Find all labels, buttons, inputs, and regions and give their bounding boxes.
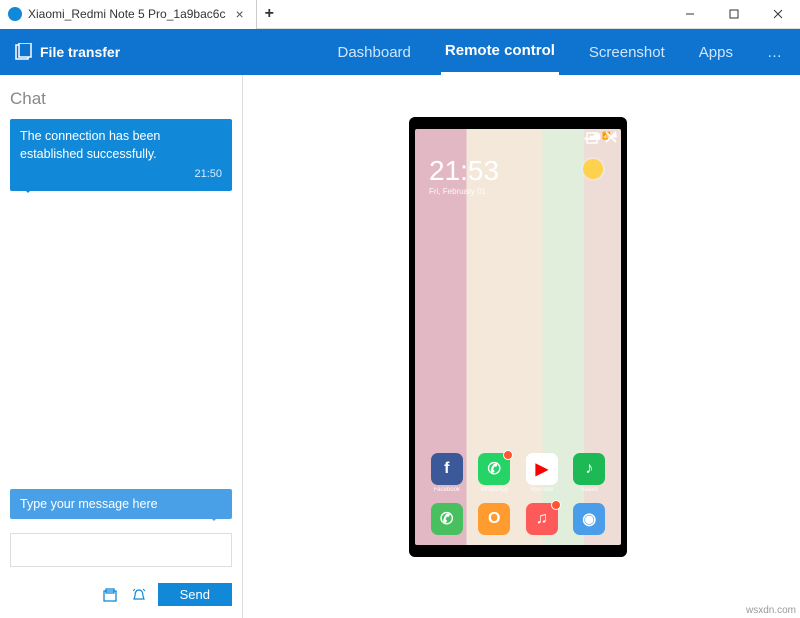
chat-header: Chat — [0, 75, 242, 119]
teamviewer-logo-icon — [8, 7, 22, 21]
send-button[interactable]: Send — [158, 583, 232, 606]
type-prompt: Type your message here — [10, 489, 232, 519]
close-remote-icon[interactable] — [605, 131, 617, 145]
app-saavn[interactable]: ♪ Saavn — [573, 453, 605, 493]
notification-badge — [503, 450, 513, 460]
nav-remote-control[interactable]: Remote control — [441, 29, 559, 75]
app-icon: ▶ — [526, 453, 558, 485]
chat-message: The connection has been established succ… — [10, 119, 232, 191]
app-icon: ♪ — [573, 453, 605, 485]
home-apps-row: f Facebook ✆ WhatsApp ▶ YouTube ♪ Saavn — [415, 453, 621, 493]
nav-dashboard[interactable]: Dashboard — [334, 29, 415, 75]
clock-time: 21:53 — [429, 155, 499, 187]
app-icon: ✆ — [478, 453, 510, 485]
session-tab[interactable]: Xiaomi_Redmi Note 5 Pro_1a9bac6c × — [0, 0, 257, 29]
app-facebook[interactable]: f Facebook — [431, 453, 463, 493]
nav-screenshot[interactable]: Screenshot — [585, 29, 669, 75]
chat-messages: The connection has been established succ… — [0, 119, 242, 489]
file-transfer-icon — [14, 43, 32, 61]
remote-view: ▂▄▆ 📶 ■ 21:53 Fri, February 01 fFacebook… — [243, 75, 800, 618]
file-transfer-button[interactable]: File transfer — [14, 43, 120, 61]
app-label: YouTube — [526, 487, 558, 493]
app-icon: ✆ — [431, 503, 463, 535]
notification-badge — [551, 500, 561, 510]
watermark: wsxdn.com — [746, 605, 796, 616]
attach-icon[interactable] — [102, 586, 120, 604]
chat-input[interactable] — [10, 533, 232, 567]
chat-message-time: 21:50 — [20, 167, 222, 183]
popout-icon[interactable] — [585, 131, 599, 145]
app-camera[interactable]: ◉ — [573, 503, 605, 535]
window-controls — [668, 0, 800, 29]
tab-close-icon[interactable]: × — [231, 6, 247, 22]
nudge-icon[interactable] — [130, 586, 148, 604]
clock-widget: 21:53 Fri, February 01 — [429, 155, 499, 196]
minimize-button[interactable] — [668, 0, 712, 29]
tab-label: Xiaomi_Redmi Note 5 Pro_1a9bac6c — [28, 7, 225, 21]
maximize-button[interactable] — [712, 0, 756, 29]
app-icon: ♫ — [526, 503, 558, 535]
device-screen[interactable]: ▂▄▆ 📶 ■ 21:53 Fri, February 01 fFacebook… — [415, 129, 621, 545]
chat-sidebar: Chat The connection has been established… — [0, 75, 243, 618]
app-whatsapp[interactable]: ✆ WhatsApp — [478, 453, 510, 493]
app-browser[interactable]: O — [478, 503, 510, 535]
top-nav: File transfer Dashboard Remote control S… — [0, 29, 800, 75]
app-phone[interactable]: ✆ — [431, 503, 463, 535]
clock-date: Fri, February 01 — [429, 187, 499, 196]
close-button[interactable] — [756, 0, 800, 29]
dock-row: ✆ O ♫ ◉ — [415, 503, 621, 535]
chat-message-text: The connection has been established succ… — [20, 127, 222, 163]
app-icon: ◉ — [573, 503, 605, 535]
file-transfer-label: File transfer — [40, 44, 120, 60]
nav-more[interactable]: … — [763, 29, 786, 75]
app-label: Saavn — [573, 487, 605, 493]
nav-apps[interactable]: Apps — [695, 29, 737, 75]
app-music[interactable]: ♫ — [526, 503, 558, 535]
app-youtube[interactable]: ▶ YouTube — [526, 453, 558, 493]
app-label: Facebook — [431, 487, 463, 493]
window-titlebar: Xiaomi_Redmi Note 5 Pro_1a9bac6c × + — [0, 0, 800, 29]
weather-icon — [583, 159, 603, 179]
device-frame: ▂▄▆ 📶 ■ 21:53 Fri, February 01 fFacebook… — [409, 117, 627, 557]
app-icon: f — [431, 453, 463, 485]
app-label: WhatsApp — [478, 487, 510, 493]
app-icon: O — [478, 503, 510, 535]
new-tab-button[interactable]: + — [257, 5, 282, 23]
